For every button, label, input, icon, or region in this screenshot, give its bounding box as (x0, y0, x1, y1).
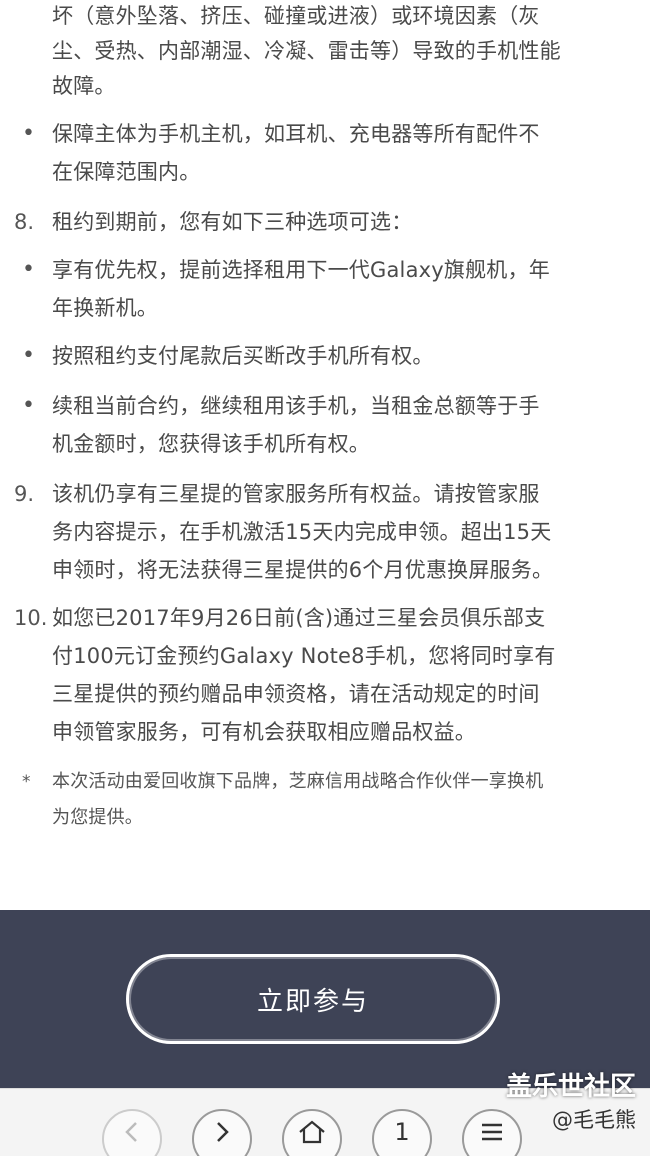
term-line: 如您已2017年9月26日前(含)通过三星会员俱乐部支 (52, 606, 546, 630)
term-line: 付100元订金预约Galaxy Note8手机，您将同时享有 (52, 644, 556, 668)
cta-panel: 立即参与 (0, 910, 650, 1088)
menu-button[interactable] (462, 1109, 522, 1156)
term-line: 本次活动由爱回收旗下品牌，芝麻信用战略合作伙伴一享换机 (52, 771, 544, 792)
term-line: 机金额时，您获得该手机所有权。 (52, 432, 370, 456)
menu-icon (482, 1123, 502, 1141)
item-number: 9. (14, 482, 35, 506)
term-line: 保障主体为手机主机，如耳机、充电器等所有配件不 (52, 122, 540, 146)
term-line: 享有优先权，提前选择租用下一代Galaxy旗舰机，年 (52, 258, 550, 282)
term-line: 三星提供的预约赠品申领资格，请在活动规定的时间 (52, 682, 540, 706)
terms-content: 坏（意外坠落、挤压、碰撞或进液）或环境因素（灰 尘、受热、内部潮湿、冷凝、雷击等… (0, 0, 650, 910)
watermark-user: @毛毛熊 (552, 1108, 636, 1132)
term-line: 故障。 (52, 74, 116, 98)
term-line: 申领时，将无法获得三星提供的6个月优惠换屏服务。 (52, 558, 554, 582)
term-line: 尘、受热、内部潮湿、冷凝、雷击等）导致的手机性能 (52, 39, 561, 63)
home-icon (299, 1120, 325, 1144)
chevron-left-icon (125, 1122, 137, 1142)
term-line: 在保障范围内。 (52, 160, 201, 184)
item-number: 8. (14, 210, 35, 234)
term-line: 为您提供。 (52, 807, 143, 828)
watermark-community: 盖乐世社区 (505, 1072, 636, 1102)
term-line: 续租当前合约，继续租用该手机，当租金总额等于手 (52, 394, 540, 418)
forward-button[interactable] (192, 1109, 252, 1156)
term-line: 务内容提示，在手机激活15天内完成申领。超出15天 (52, 520, 552, 544)
term-line: 该机仍享有三星提的管家服务所有权益。请按管家服 (52, 482, 540, 506)
term-line: 按照租约支付尾款后买断改手机所有权。 (52, 344, 434, 368)
join-now-button[interactable]: 立即参与 (126, 954, 500, 1044)
back-button[interactable] (102, 1109, 162, 1156)
term-line: 年换新机。 (52, 296, 158, 320)
chevron-right-icon (217, 1122, 229, 1142)
item-number: 10. (14, 606, 48, 630)
home-button[interactable] (282, 1109, 342, 1156)
term-line: 申领管家服务，可有机会获取相应赠品权益。 (52, 720, 476, 744)
tabs-button[interactable]: 1 (372, 1109, 432, 1156)
term-line: 租约到期前，您有如下三种选项可选： (52, 210, 413, 234)
tab-count: 1 (394, 1118, 410, 1146)
